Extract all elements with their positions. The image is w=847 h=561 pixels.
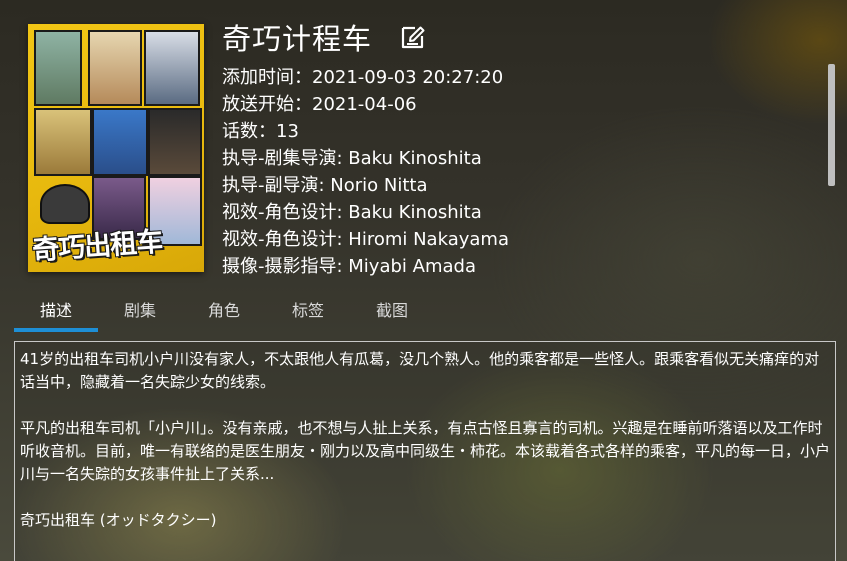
detail-added-time: 添加时间：2021-09-03 20:27:20 [222,67,504,88]
poster-logo: 奇巧出租车 [31,226,164,267]
tab-bar: 描述 剧集 角色 标签 截图 [14,296,434,332]
description-paragraph: 奇巧出租车 (オッドタクシー) [20,511,217,529]
edit-button[interactable] [398,22,428,52]
tab-description[interactable]: 描述 [14,296,98,332]
poster-character [40,184,90,224]
poster-panel [34,30,82,106]
page-title: 奇巧计程车 [222,22,373,56]
detail-staff: 摄像-摄影指导: Miyabi Amada [222,256,476,277]
tab-characters[interactable]: 角色 [182,296,266,330]
edit-icon [401,26,425,49]
description-paragraph: 41岁的出租车司机小户川没有家人，不太跟他人有瓜葛，没几个熟人。他的乘客都是一些… [20,350,820,391]
tab-tags[interactable]: 标签 [266,296,350,330]
detail-air-start: 放送开始：2021-04-06 [222,94,417,115]
poster-image: 奇巧出租车 [28,24,204,272]
detail-staff: 视效-角色设计: Baku Kinoshita [222,202,482,223]
poster-panel [144,30,200,106]
description-textbox[interactable]: 41岁的出租车司机小户川没有家人，不太跟他人有瓜葛，没几个熟人。他的乘客都是一些… [14,341,836,561]
tab-episodes[interactable]: 剧集 [98,296,182,330]
poster-panel [148,108,202,176]
poster-panel [88,30,142,106]
details-scrollbar[interactable] [828,64,835,186]
title-row: 奇巧计程车 [222,14,428,60]
detail-staff: 执导-剧集导演: Baku Kinoshita [222,148,482,169]
detail-staff: 执导-副导演: Norio Nitta [222,175,428,196]
poster-panel [92,108,148,176]
details-list: 添加时间：2021-09-03 20:27:20 放送开始：2021-04-06… [222,64,812,286]
description-paragraph: 平凡的出租车司机「小户川」。没有亲戚，也不想与人扯上关系，有点古怪且寡言的司机。… [20,419,831,483]
poster-panel [34,108,92,176]
detail-staff: 视效-角色设计: Hiromi Nakayama [222,229,509,250]
detail-episode-count: 话数：13 [222,121,299,142]
tab-screenshots[interactable]: 截图 [350,296,434,330]
